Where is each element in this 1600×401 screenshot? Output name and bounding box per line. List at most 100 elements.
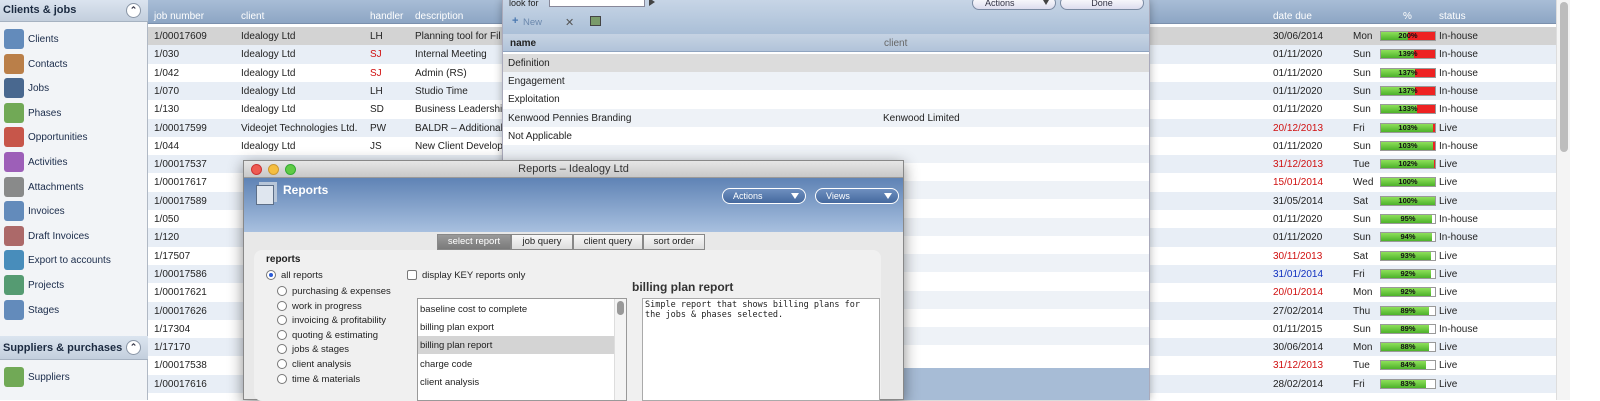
date-due-cell: 01/11/2015 (1273, 323, 1323, 335)
col-date-due[interactable]: date due (1273, 11, 1312, 22)
tab-client-query[interactable]: client query (573, 234, 643, 250)
tab-select-report[interactable]: select report (437, 234, 511, 250)
category-radio[interactable] (277, 300, 287, 311)
close-icon[interactable] (251, 164, 262, 175)
date-due-cell: 30/11/2013 (1273, 250, 1323, 262)
sidebar-item-jobs[interactable]: Jobs (0, 77, 148, 101)
col-client[interactable]: client (241, 11, 264, 22)
sidebar-item-attachments[interactable]: Attachments (0, 176, 148, 200)
col-percent[interactable]: % (1403, 11, 1412, 22)
new-button[interactable]: New (523, 17, 542, 28)
report-list-item[interactable]: billing plan export (418, 318, 614, 336)
sidebar-item-draft-invoices[interactable]: Draft Invoices (0, 225, 148, 249)
status-cell: Live (1439, 122, 1458, 134)
category-label[interactable]: work in progress (292, 301, 362, 312)
job-number-cell: 1/17170 (154, 342, 191, 354)
col-description[interactable]: description (415, 11, 463, 22)
sidebar-item-suppliers[interactable]: Suppliers (0, 366, 148, 390)
category-radio[interactable] (277, 315, 287, 326)
category-radio[interactable] (277, 344, 287, 355)
job-number-cell: 1/00017586 (154, 268, 207, 280)
sidebar-item-activities[interactable]: Activities (0, 151, 148, 175)
sidebar-item-opportunities[interactable]: Opportunities (0, 126, 148, 150)
category-radio[interactable] (277, 329, 287, 340)
done-button[interactable]: Done (1060, 0, 1144, 10)
category-label[interactable]: jobs & stages (292, 344, 349, 355)
sidebar-item-label: Projects (28, 280, 65, 291)
reports-window: Reports – Idealogy Ltd Reports Actions V… (243, 160, 904, 401)
section-header-clients-jobs[interactable]: Clients & jobs ⌃ (0, 0, 148, 22)
look-for-input[interactable] (549, 0, 645, 7)
progress-label: 89% (1400, 323, 1416, 333)
report-list-item[interactable]: baseline cost to complete (418, 300, 614, 318)
report-list-item[interactable]: charge code (418, 355, 614, 373)
job-number-cell: 1/050 (154, 214, 180, 225)
sidebar-item-projects[interactable]: Projects (0, 274, 148, 298)
report-list-scrollbar[interactable] (614, 299, 626, 400)
category-radio[interactable] (277, 373, 287, 384)
list-item[interactable]: Engagement (503, 72, 1149, 91)
description-cell: BALDR – Additional (415, 122, 503, 134)
print-icon[interactable] (590, 16, 601, 26)
status-cell: In-house (1439, 104, 1478, 116)
category-label[interactable]: invoicing & profitability (292, 315, 386, 326)
reports-titlebar[interactable]: Reports – Idealogy Ltd (244, 161, 903, 178)
tab-job-query[interactable]: job query (511, 234, 573, 250)
scroll-thumb[interactable] (617, 301, 624, 315)
category-label[interactable]: time & materials (292, 374, 360, 385)
report-list-item[interactable]: client analysis (418, 373, 614, 391)
sidebar-item-label: Suppliers (28, 372, 70, 383)
col-client[interactable]: client (884, 38, 907, 49)
category-radio[interactable] (266, 270, 276, 280)
selected-report-title: billing plan report (632, 280, 734, 294)
suppliers-icon (4, 367, 24, 387)
col-handler[interactable]: handler (370, 11, 403, 22)
list-item[interactable]: Exploitation (503, 90, 1149, 109)
day-cell: Fri (1353, 122, 1365, 134)
section-header-suppliers[interactable]: Suppliers & purchases ⌃ (0, 336, 148, 360)
grid-scrollbar[interactable] (1556, 0, 1570, 400)
filter-icon[interactable]: ✕ (565, 16, 574, 29)
collapse-icon[interactable]: ⌃ (126, 340, 141, 355)
sidebar-item-phases[interactable]: Phases (0, 102, 148, 126)
tab-sort-order[interactable]: sort order (643, 234, 705, 250)
minimize-icon[interactable] (268, 164, 279, 175)
col-job-number[interactable]: job number (154, 11, 204, 22)
collapse-icon[interactable]: ⌃ (126, 3, 141, 18)
category-radio[interactable] (277, 359, 287, 369)
key-only-checkbox[interactable] (407, 270, 417, 280)
list-item[interactable]: Definition (503, 54, 1149, 72)
scroll-thumb[interactable] (1560, 2, 1568, 152)
actions-dropdown[interactable]: Actions (722, 188, 806, 204)
date-due-cell: 31/12/2013 (1273, 159, 1324, 171)
col-status[interactable]: status (1439, 11, 1466, 22)
progress-bar: 133% (1380, 104, 1436, 115)
category-label[interactable]: client analysis (292, 359, 351, 370)
actions-button[interactable]: Actions (972, 0, 1056, 10)
job-number-cell: 1/044 (154, 140, 180, 152)
sidebar-item-export-to-accounts[interactable]: Export to accounts (0, 249, 148, 273)
col-name[interactable]: name (510, 38, 536, 49)
category-radio[interactable] (277, 286, 287, 296)
category-label[interactable]: purchasing & expenses (292, 286, 391, 297)
sidebar-item-clients[interactable]: Clients (0, 28, 148, 52)
progress-bar: 102% (1380, 159, 1436, 170)
views-dropdown[interactable]: Views (815, 188, 899, 204)
handler-cell: JS (370, 140, 382, 152)
progress-bar: 137% (1380, 85, 1436, 96)
status-cell: Live (1439, 305, 1458, 317)
category-label[interactable]: quoting & estimating (292, 330, 378, 341)
list-item[interactable]: Kenwood Pennies Branding Kenwood Limited (503, 108, 1149, 127)
category-label[interactable]: all reports (281, 270, 323, 281)
go-arrow-icon[interactable] (649, 0, 655, 6)
job-number-cell: 1/00017609 (154, 31, 207, 42)
sidebar-item-invoices[interactable]: Invoices (0, 200, 148, 224)
list-item[interactable]: Not Applicable (503, 126, 1149, 145)
views-label: Views (826, 191, 850, 201)
sidebar-item-stages[interactable]: Stages (0, 299, 148, 323)
sidebar-item-contacts[interactable]: Contacts (0, 53, 148, 77)
progress-bar: 84% (1380, 360, 1436, 371)
contacts-icon (4, 53, 24, 74)
report-list-item[interactable]: billing plan report (418, 336, 614, 355)
zoom-icon[interactable] (285, 164, 296, 175)
